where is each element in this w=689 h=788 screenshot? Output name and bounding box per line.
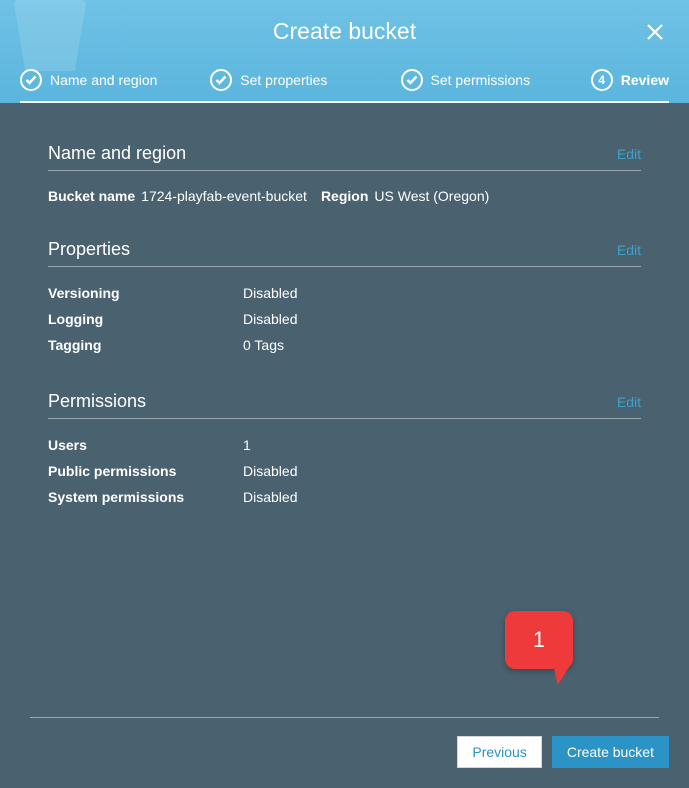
bucket-decor-icon bbox=[0, 0, 120, 80]
step-label: Review bbox=[621, 72, 669, 88]
permission-value: Disabled bbox=[243, 459, 297, 485]
section-properties: Properties Edit Versioning Disabled Logg… bbox=[48, 239, 641, 359]
modal-footer: Previous Create bucket bbox=[0, 736, 689, 788]
permission-key: Public permissions bbox=[48, 459, 243, 485]
permission-row: Public permissions Disabled bbox=[48, 459, 641, 485]
property-key: Versioning bbox=[48, 281, 243, 307]
step-set-properties[interactable]: Set properties bbox=[210, 69, 400, 91]
property-value: Disabled bbox=[243, 281, 297, 307]
section-title: Permissions bbox=[48, 391, 146, 412]
step-label: Set properties bbox=[240, 72, 327, 88]
close-button[interactable] bbox=[643, 20, 667, 44]
step-review[interactable]: 4 Review bbox=[591, 69, 669, 91]
edit-link-name-region[interactable]: Edit bbox=[617, 146, 641, 162]
property-value: 0 Tags bbox=[243, 333, 284, 359]
permission-value: Disabled bbox=[243, 485, 297, 511]
property-value: Disabled bbox=[243, 307, 297, 333]
permission-key: Users bbox=[48, 433, 243, 459]
create-bucket-modal: Create bucket Name and region Set proper… bbox=[0, 0, 689, 788]
section-title: Name and region bbox=[48, 143, 186, 164]
section-name-and-region: Name and region Edit Bucket name 1724-pla… bbox=[48, 143, 641, 207]
permission-value: 1 bbox=[243, 433, 251, 459]
modal-header: Create bucket Name and region Set proper… bbox=[0, 0, 689, 103]
permission-row: System permissions Disabled bbox=[48, 485, 641, 511]
permission-row: Users 1 bbox=[48, 433, 641, 459]
section-header: Properties Edit bbox=[48, 239, 641, 267]
name-region-summary: Bucket name 1724-playfab-event-bucket Regi… bbox=[48, 185, 641, 207]
bucket-name-value: 1724-playfab-event-bucket bbox=[141, 188, 307, 204]
check-icon bbox=[210, 69, 232, 91]
section-title: Properties bbox=[48, 239, 130, 260]
check-icon bbox=[401, 69, 423, 91]
previous-button[interactable]: Previous bbox=[457, 736, 541, 768]
step-set-permissions[interactable]: Set permissions bbox=[401, 69, 591, 91]
create-bucket-button[interactable]: Create bucket bbox=[552, 736, 669, 768]
edit-link-permissions[interactable]: Edit bbox=[617, 394, 641, 410]
property-row: Logging Disabled bbox=[48, 307, 641, 333]
region-label: Region bbox=[321, 188, 368, 204]
annotation-number: 1 bbox=[533, 627, 545, 653]
bucket-name-label: Bucket name bbox=[48, 188, 135, 204]
property-key: Tagging bbox=[48, 333, 243, 359]
footer-divider bbox=[30, 717, 659, 718]
region-value: US West (Oregon) bbox=[374, 188, 489, 204]
property-row: Versioning Disabled bbox=[48, 281, 641, 307]
section-permissions: Permissions Edit Users 1 Public permissi… bbox=[48, 391, 641, 511]
section-header: Permissions Edit bbox=[48, 391, 641, 419]
property-key: Logging bbox=[48, 307, 243, 333]
annotation-callout: 1 bbox=[505, 611, 573, 669]
modal-body: Name and region Edit Bucket name 1724-pla… bbox=[0, 103, 689, 717]
section-header: Name and region Edit bbox=[48, 143, 641, 171]
property-row: Tagging 0 Tags bbox=[48, 333, 641, 359]
step-number-icon: 4 bbox=[591, 69, 613, 91]
edit-link-properties[interactable]: Edit bbox=[617, 242, 641, 258]
permission-key: System permissions bbox=[48, 485, 243, 511]
step-label: Set permissions bbox=[431, 72, 531, 88]
close-icon bbox=[645, 22, 665, 42]
